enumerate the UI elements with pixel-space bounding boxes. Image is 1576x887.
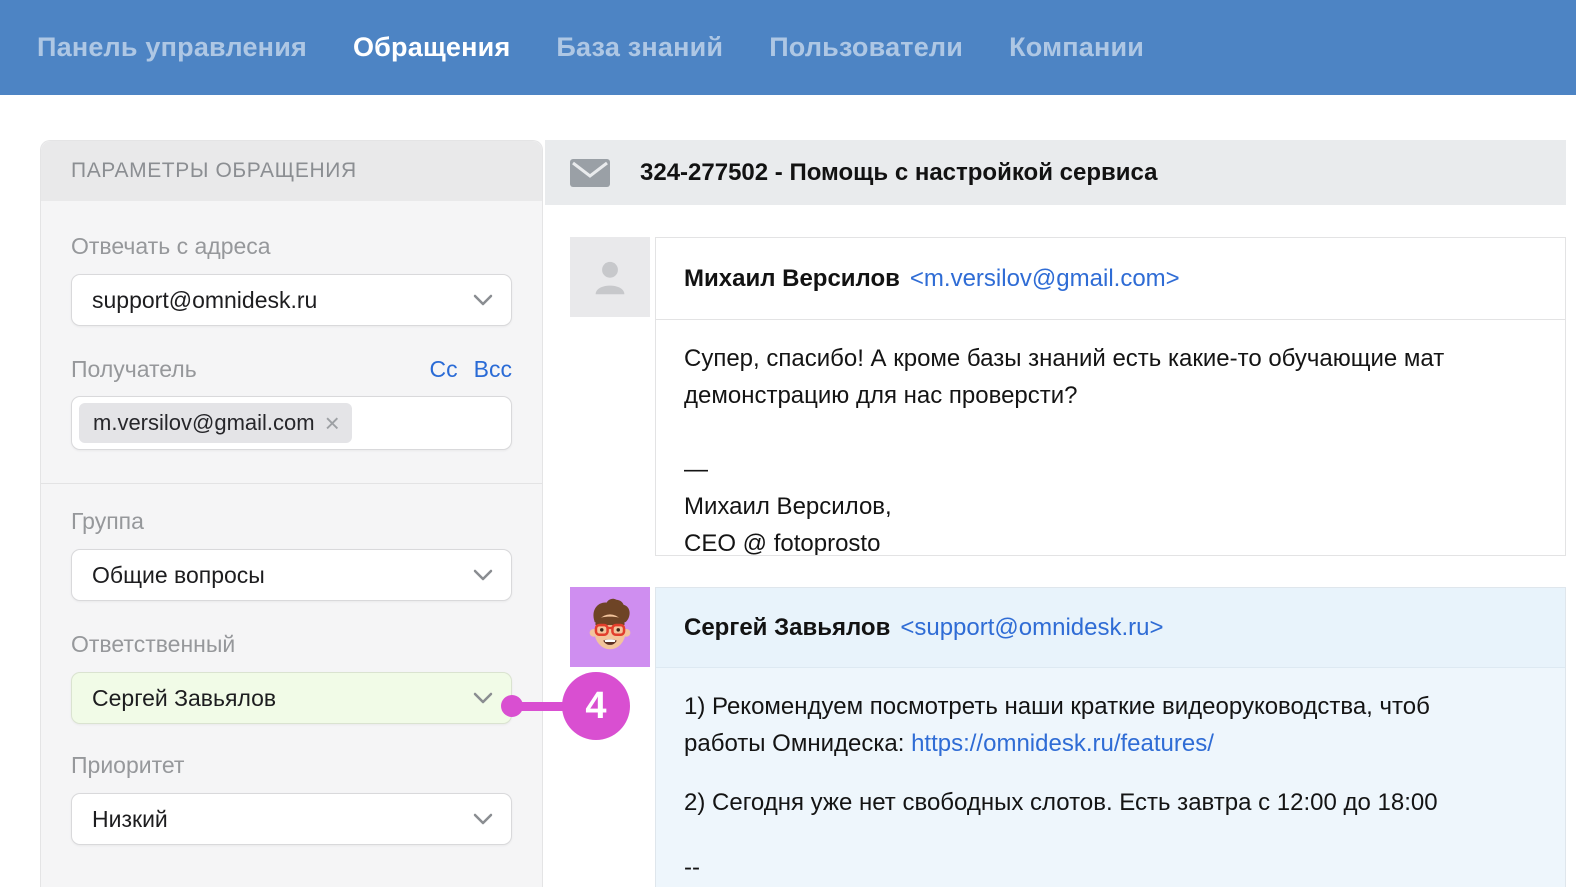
message-customer: Михаил Версилов <m.versilov@gmail.com> С…: [655, 237, 1566, 556]
sidebar-divider: [41, 483, 542, 484]
ticket-header: 324-277502 - Помощь с настройкой сервиса: [545, 140, 1566, 205]
body-line: демонстрацию для нас проверсти?: [684, 382, 1078, 409]
body-line: Супер, спасибо! А кроме базы знаний есть…: [684, 345, 1445, 372]
panel-title: ПАРАМЕТРЫ ОБРАЩЕНИЯ: [41, 141, 542, 201]
nav-tab-dashboard[interactable]: Панель управления: [37, 32, 307, 63]
assignee-select[interactable]: Сергей Завьялов: [71, 672, 512, 724]
message-agent: Сергей Завьялов <support@omnidesk.ru> 1)…: [655, 587, 1566, 887]
body-line: 1) Рекомендуем посмотреть наши краткие в…: [684, 693, 1430, 720]
envelope-icon: [570, 158, 610, 187]
chevron-down-icon: [473, 813, 493, 825]
features-link[interactable]: https://omnidesk.ru/features/: [911, 730, 1214, 757]
author-email[interactable]: <support@omnidesk.ru>: [900, 614, 1163, 642]
body-line: 2) Сегодня уже нет свободных слотов. Ест…: [684, 789, 1438, 816]
remove-recipient-icon[interactable]: ×: [325, 410, 340, 436]
body-line: —: [684, 456, 708, 483]
signature-line: Михаил Версилов,: [684, 493, 892, 520]
priority-label: Приоритет: [71, 752, 185, 778]
recipient-label: Получатель: [71, 356, 197, 382]
recipient-chip: m.versilov@gmail.com ×: [79, 403, 352, 443]
chevron-down-icon: [473, 569, 493, 581]
agent-avatar: [570, 587, 650, 667]
customer-avatar: [570, 237, 650, 317]
memoji-face-icon: [589, 598, 631, 650]
priority-value: Низкий: [92, 805, 168, 832]
nav-tab-knowledge-base[interactable]: База знаний: [556, 32, 723, 63]
cc-link[interactable]: Cc: [430, 356, 458, 383]
person-icon: [595, 261, 625, 295]
case-parameters-panel: ПАРАМЕТРЫ ОБРАЩЕНИЯ Отвечать с адреса su…: [40, 140, 543, 887]
recipient-chip-email: m.versilov@gmail.com: [93, 410, 315, 435]
group-label: Группа: [71, 508, 144, 534]
author-name: Сергей Завьялов: [684, 613, 891, 641]
recipient-input[interactable]: m.versilov@gmail.com ×: [71, 396, 512, 450]
message-header: Михаил Версилов <m.versilov@gmail.com>: [656, 238, 1565, 320]
priority-select[interactable]: Низкий: [71, 793, 512, 845]
group-value: Общие вопросы: [92, 561, 265, 588]
group-select[interactable]: Общие вопросы: [71, 549, 512, 601]
reply-from-select[interactable]: support@omnidesk.ru: [71, 274, 512, 326]
message-body: 1) Рекомендуем посмотреть наши краткие в…: [656, 668, 1565, 886]
message-header: Сергей Завьялов <support@omnidesk.ru>: [656, 588, 1565, 668]
chevron-down-icon: [473, 294, 493, 306]
top-navigation: Панель управления Обращения База знаний …: [0, 0, 1576, 95]
body-text: работы Омнидеска:: [684, 730, 912, 757]
reply-from-value: support@omnidesk.ru: [92, 286, 318, 313]
bcc-link[interactable]: Bcc: [474, 356, 512, 383]
author-email[interactable]: <m.versilov@gmail.com>: [910, 265, 1180, 293]
annotation-step-badge: 4: [562, 672, 630, 740]
annotation-connector-dot: [501, 695, 523, 717]
annotation-step-number: 4: [585, 684, 607, 727]
nav-tab-users[interactable]: Пользователи: [769, 32, 963, 63]
assignee-label: Ответственный: [71, 631, 236, 657]
chevron-down-icon: [473, 692, 493, 704]
reply-from-label: Отвечать с адреса: [71, 233, 271, 259]
assignee-value: Сергей Завьялов: [92, 684, 277, 711]
author-name: Михаил Версилов: [684, 264, 900, 292]
signature-line: CEO @ fotoprosto: [684, 530, 881, 556]
message-body: Супер, спасибо! А кроме базы знаний есть…: [656, 320, 1565, 556]
nav-tab-cases[interactable]: Обращения: [353, 32, 510, 63]
signature-line: --: [684, 854, 700, 881]
ticket-title: 324-277502 - Помощь с настройкой сервиса: [640, 158, 1158, 186]
body-line: работы Омнидеска: https://omnidesk.ru/fe…: [684, 725, 1537, 762]
nav-tab-companies[interactable]: Компании: [1009, 32, 1144, 63]
